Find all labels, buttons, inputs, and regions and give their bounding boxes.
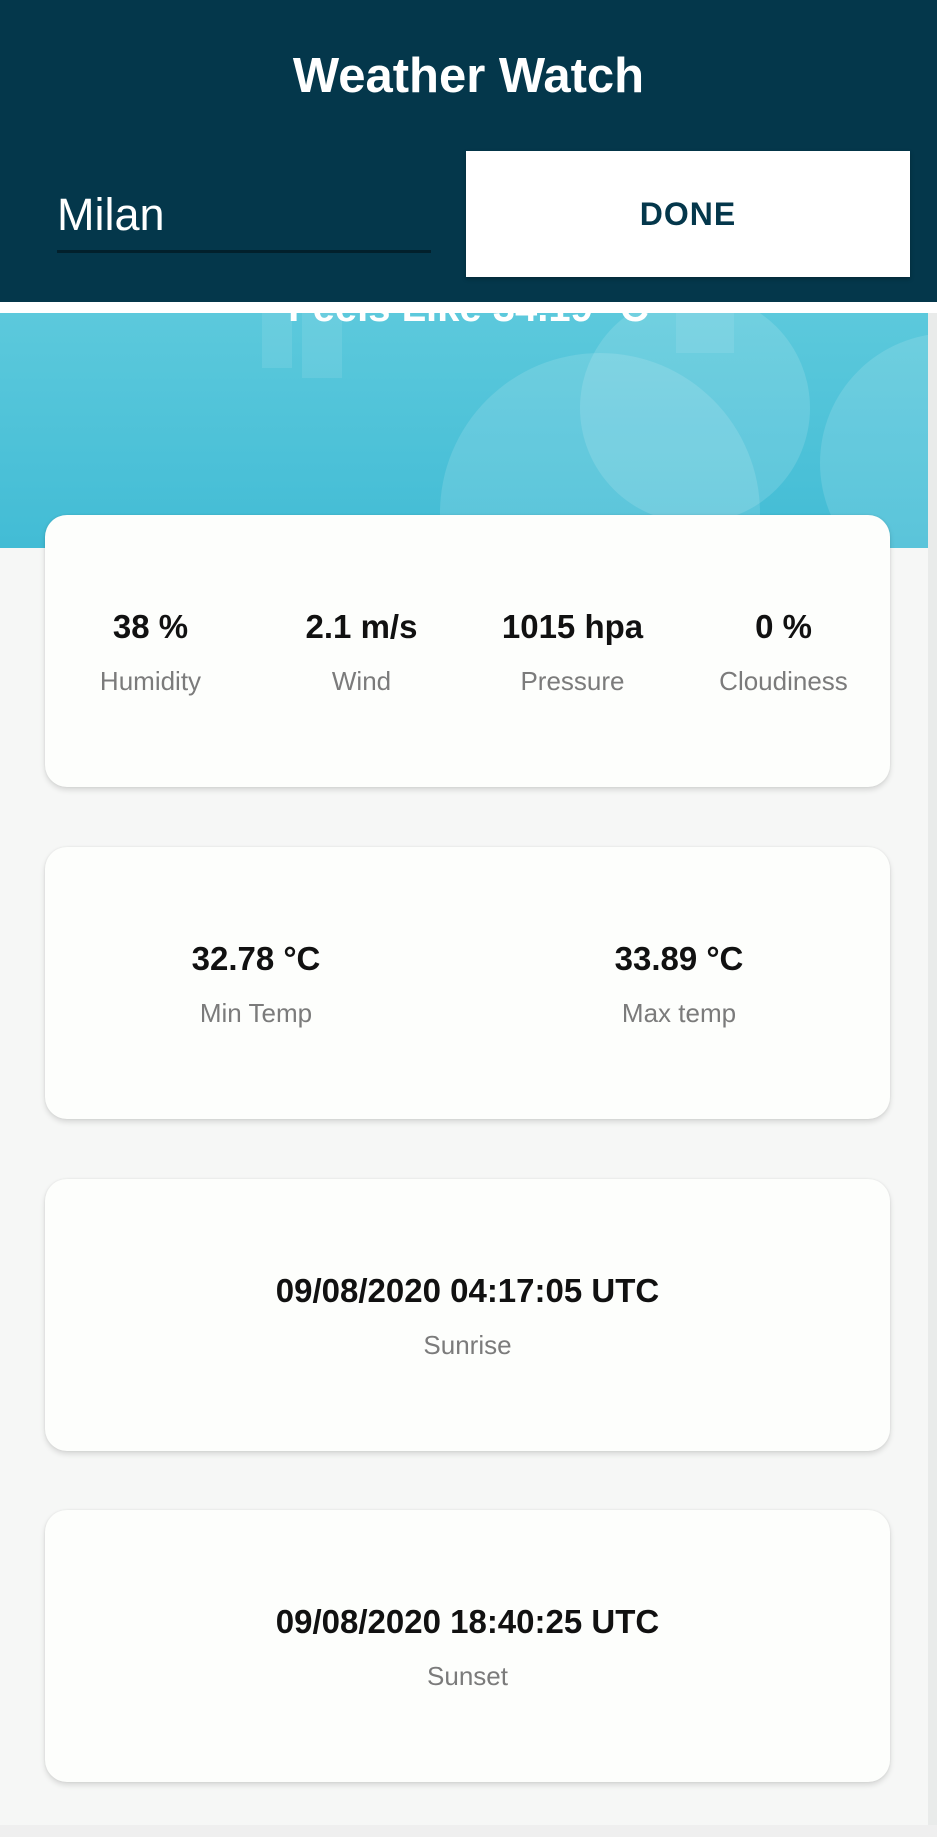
header-divider	[0, 302, 937, 313]
cloudiness-value: 0 %	[755, 608, 812, 645]
wind-value: 2.1 m/s	[305, 608, 418, 645]
weather-banner: Feels Like 34.19 °C	[0, 313, 937, 548]
app-header: Weather Watch DONE	[0, 0, 937, 302]
max-temp-label: Max temp	[621, 998, 737, 1028]
min-temp-label: Min Temp	[199, 998, 313, 1028]
min-temp-stat: 32.78 °C Min Temp	[45, 940, 467, 1029]
pressure-stat: 1015 hpa Pressure	[467, 608, 678, 697]
humidity-label: Humidity	[99, 666, 202, 696]
humidity-stat: 38 % Humidity	[45, 608, 256, 697]
feels-like-text: Feels Like 34.19 °C	[0, 313, 937, 331]
scroll-edge	[928, 313, 937, 1825]
city-input[interactable]	[57, 180, 431, 253]
cloudiness-stat: 0 % Cloudiness	[678, 608, 889, 697]
sunrise-stat: 09/08/2020 04:17:05 UTC Sunrise	[45, 1272, 890, 1361]
sunrise-card: 09/08/2020 04:17:05 UTC Sunrise	[45, 1179, 890, 1451]
sunset-value: 09/08/2020 18:40:25 UTC	[275, 1603, 660, 1640]
sunset-label: Sunset	[427, 1661, 508, 1691]
done-button[interactable]: DONE	[466, 151, 910, 277]
wind-label: Wind	[331, 666, 392, 696]
min-temp-value: 32.78 °C	[191, 940, 321, 977]
pressure-value: 1015 hpa	[501, 608, 644, 645]
temperature-card: 32.78 °C Min Temp 33.89 °C Max temp	[45, 847, 890, 1119]
cloudiness-label: Cloudiness	[719, 666, 848, 696]
sunset-stat: 09/08/2020 18:40:25 UTC Sunset	[45, 1603, 890, 1692]
pressure-label: Pressure	[520, 666, 625, 696]
wind-stat: 2.1 m/s Wind	[256, 608, 467, 697]
humidity-value: 38 %	[112, 608, 189, 645]
conditions-card: 38 % Humidity 2.1 m/s Wind 1015 hpa Pres…	[45, 515, 890, 787]
sunset-card: 09/08/2020 18:40:25 UTC Sunset	[45, 1510, 890, 1782]
max-temp-stat: 33.89 °C Max temp	[468, 940, 890, 1029]
sunrise-label: Sunrise	[423, 1330, 512, 1360]
max-temp-value: 33.89 °C	[614, 940, 744, 977]
app-title: Weather Watch	[292, 49, 645, 103]
bottom-strip	[0, 1825, 937, 1837]
sunrise-value: 09/08/2020 04:17:05 UTC	[275, 1272, 660, 1309]
